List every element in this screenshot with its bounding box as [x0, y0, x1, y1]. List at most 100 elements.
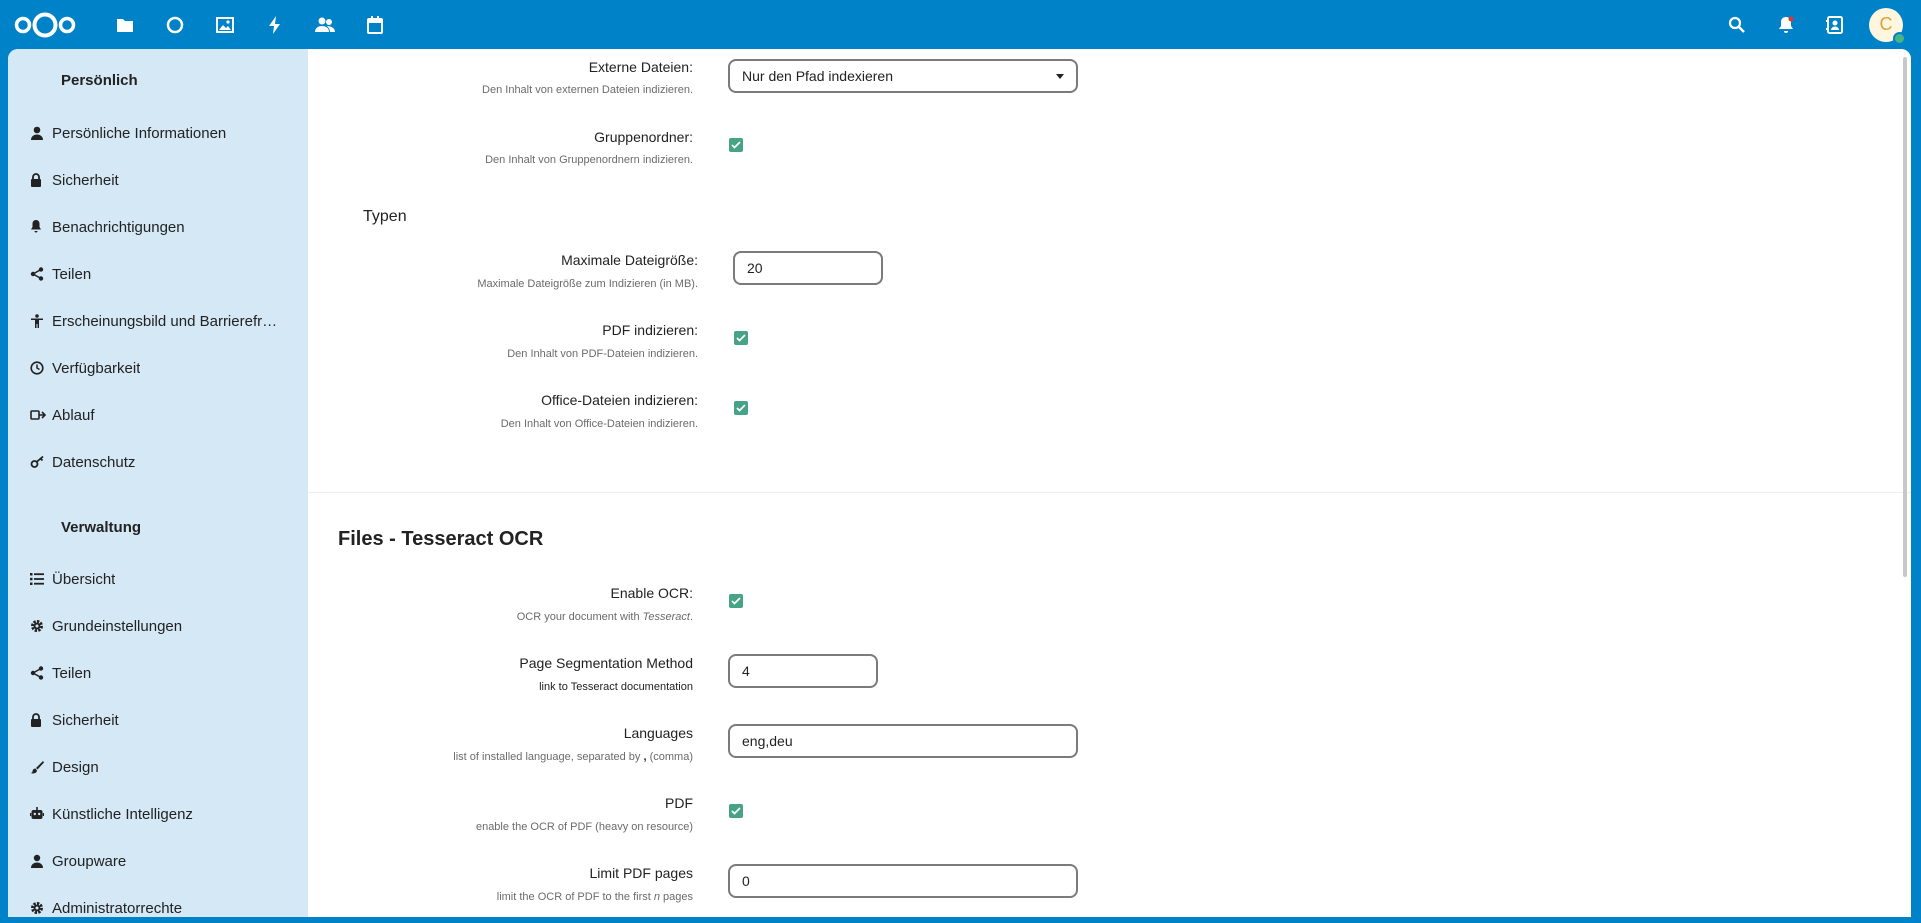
dashboard-icon[interactable] [150, 0, 200, 49]
sidebar-item-label: Künstliche Intelligenz [52, 805, 193, 823]
sidebar-item-appearance[interactable]: Erscheinungsbild und Barrierefreiheit [8, 301, 308, 341]
sidebar-item-sharing[interactable]: Teilen [8, 254, 308, 294]
checkmark-icon [731, 141, 741, 149]
sidebar-item-label: Teilen [52, 664, 92, 682]
share-icon [8, 666, 52, 680]
pdf-ocr-hint: enable the OCR of PDF (heavy on resource… [475, 821, 693, 833]
pdf-index-checkbox[interactable] [734, 331, 748, 345]
office-index-checkbox[interactable] [734, 401, 748, 415]
psm-input[interactable]: 4 [728, 654, 878, 688]
checkmark-icon [731, 597, 741, 605]
sidebar-item-label: Teilen [52, 265, 92, 283]
nextcloud-logo-icon[interactable] [13, 10, 77, 40]
sidebar-item-label: Benachrichtigungen [52, 218, 185, 236]
sidebar-item-label: Ablauf [52, 406, 95, 424]
list-icon [8, 572, 52, 586]
robot-icon [8, 807, 52, 821]
sidebar-item-label: Datenschutz [52, 453, 136, 471]
office-index-hint: Den Inhalt von Office-Dateien indizieren… [500, 418, 698, 430]
nav-caption-personal: Persönlich [61, 72, 138, 89]
share-icon [8, 267, 52, 281]
checkmark-icon [736, 404, 746, 412]
sidebar-item-overview[interactable]: Übersicht [8, 559, 308, 599]
enable-ocr-hint: OCR your document with Tesseract. [516, 611, 693, 623]
contacts-menu-icon[interactable] [1810, 0, 1859, 49]
languages-label: Languages [623, 725, 693, 741]
contacts-icon[interactable] [300, 0, 350, 49]
settings-sidebar: Persönlich Persönliche Informationen Sic… [8, 49, 308, 917]
office-index-label: Office-Dateien indizieren: [541, 392, 698, 408]
sidebar-item-label: Persönliche Informationen [52, 124, 227, 142]
lock-icon [8, 713, 52, 727]
sidebar-item-groupware[interactable]: Groupware [8, 841, 308, 881]
files-icon[interactable] [100, 0, 150, 49]
header-bar: C [0, 0, 1921, 49]
sidebar-item-admin-sharing[interactable]: Teilen [8, 653, 308, 693]
user-icon [8, 126, 52, 140]
limit-pdf-value: 0 [742, 873, 750, 889]
limit-pdf-hint: limit the OCR of PDF to the first n page… [496, 891, 693, 903]
sidebar-item-label: Design [52, 758, 99, 776]
notifications-bell-icon[interactable] [1761, 0, 1810, 49]
photos-icon[interactable] [200, 0, 250, 49]
clock-icon [8, 361, 52, 375]
checkmark-icon [736, 334, 746, 342]
languages-hint: list of installed language, separated by… [453, 751, 693, 763]
max-size-label: Maximale Dateigröße: [561, 252, 698, 268]
sidebar-item-label: Groupware [52, 852, 127, 870]
bell-icon [8, 220, 52, 234]
sidebar-item-security[interactable]: Sicherheit [8, 160, 308, 200]
gear-icon [8, 901, 52, 915]
accessibility-icon [8, 314, 52, 328]
languages-input[interactable]: eng,deu [728, 724, 1078, 758]
max-size-input[interactable]: 20 [733, 251, 883, 285]
pdf-ocr-label: PDF [665, 795, 693, 811]
sidebar-item-ai[interactable]: Künstliche Intelligenz [8, 794, 308, 834]
ocr-section-heading: Files - Tesseract OCR [338, 528, 544, 550]
sidebar-item-label: Erscheinungsbild und Barrierefreiheit [52, 312, 282, 330]
psm-doc-link[interactable]: link to Tesseract documentation [308, 681, 693, 693]
sidebar-item-label: Übersicht [52, 570, 116, 588]
max-size-hint: Maximale Dateigröße zum Indizieren (in M… [477, 278, 698, 290]
group-folders-checkbox[interactable] [729, 138, 743, 152]
activity-icon[interactable] [250, 0, 300, 49]
sidebar-item-notifications[interactable]: Benachrichtigungen [8, 207, 308, 247]
gear-icon [8, 619, 52, 633]
psm-label: Page Segmentation Method [519, 655, 693, 671]
sidebar-item-label: Verfügbarkeit [52, 359, 141, 377]
group-folders-label: Gruppenordner: [594, 129, 693, 145]
pdf-ocr-checkbox[interactable] [729, 804, 743, 818]
sidebar-item-workflow[interactable]: Ablauf [8, 395, 308, 435]
external-files-value: Nur den Pfad indexieren [742, 68, 893, 84]
sidebar-item-label: Sicherheit [52, 171, 119, 189]
sidebar-item-basic-settings[interactable]: Grundeinstellungen [8, 606, 308, 646]
pdf-index-label: PDF indizieren: [602, 322, 698, 338]
calendar-icon[interactable] [350, 0, 400, 49]
lock-icon [8, 173, 52, 187]
limit-pdf-label: Limit PDF pages [589, 865, 693, 881]
max-size-value: 20 [747, 260, 763, 276]
content-scrollbar[interactable] [1903, 57, 1907, 577]
enable-ocr-checkbox[interactable] [729, 594, 743, 608]
sidebar-item-admin-security[interactable]: Sicherheit [8, 700, 308, 740]
group-folders-hint: Den Inhalt von Gruppenordnern indizieren… [485, 154, 693, 166]
psm-value: 4 [742, 663, 750, 679]
search-icon[interactable] [1712, 0, 1761, 49]
brush-icon [8, 760, 52, 774]
languages-value: eng,deu [742, 733, 793, 749]
sidebar-item-privacy[interactable]: Datenschutz [8, 442, 308, 482]
limit-pdf-input[interactable]: 0 [728, 864, 1078, 898]
sidebar-item-design[interactable]: Design [8, 747, 308, 787]
section-divider [308, 492, 1911, 493]
sidebar-item-label: Grundeinstellungen [52, 617, 183, 635]
enable-ocr-label: Enable OCR: [610, 585, 693, 601]
nav-caption-admin: Verwaltung [61, 519, 142, 536]
sidebar-item-personal-info[interactable]: Persönliche Informationen [8, 113, 308, 153]
pdf-index-hint: Den Inhalt von PDF-Dateien indizieren. [507, 348, 698, 360]
user-avatar[interactable]: C [1869, 7, 1906, 45]
sidebar-item-admin-rights[interactable]: Administratorrechte [8, 888, 308, 917]
online-status-icon [1893, 31, 1906, 45]
external-files-select[interactable]: Nur den Pfad indexieren [728, 59, 1078, 93]
sidebar-item-availability[interactable]: Verfügbarkeit [8, 348, 308, 388]
external-files-label: Externe Dateien: [588, 59, 693, 75]
